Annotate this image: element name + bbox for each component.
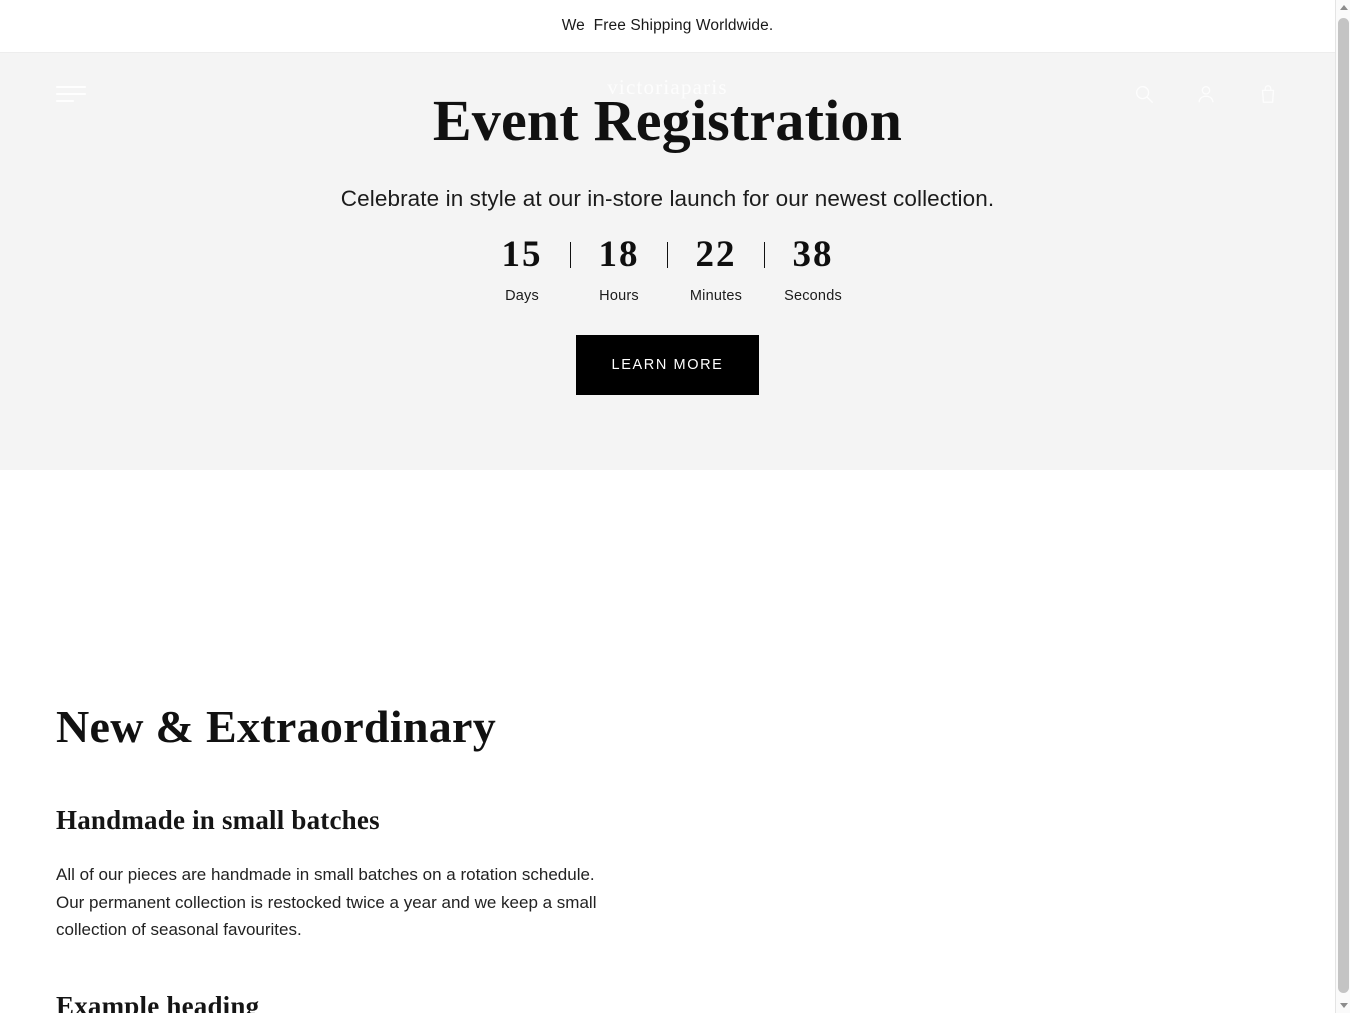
page-title: Event Registration <box>432 88 903 153</box>
countdown-unit-minutes: 22 Minutes <box>676 236 756 304</box>
feature-text-column: New & Extraordinary Handmade in small ba… <box>0 544 660 1013</box>
countdown-separator <box>667 241 668 268</box>
announcement-bar: We Free Shipping Worldwide. <box>0 0 1335 53</box>
vertical-scrollbar[interactable] <box>1335 0 1350 1013</box>
hero-subtitle: Celebrate in style at our in-store launc… <box>340 185 995 211</box>
feature-next-heading: Example heading <box>56 990 260 1013</box>
countdown-label: Seconds <box>784 287 842 304</box>
countdown-value: 38 <box>792 233 834 275</box>
countdown-unit-hours: 18 Hours <box>579 236 659 304</box>
countdown-label: Minutes <box>689 287 743 304</box>
countdown-unit-seconds: 38 Seconds <box>773 236 853 304</box>
feature-heading: New & Extraordinary <box>56 701 497 752</box>
countdown-value: 18 <box>598 233 640 275</box>
countdown-value: 15 <box>501 233 543 275</box>
countdown-label: Days <box>505 287 539 304</box>
hero-content: Event Registration Celebrate in style at… <box>0 53 1335 395</box>
feature-subheading: Handmade in small batches <box>56 804 380 835</box>
chevron-down-icon <box>1339 1003 1348 1008</box>
feature-section: New & Extraordinary Handmade in small ba… <box>0 470 1335 1013</box>
announcement-text: We Free Shipping Worldwide. <box>561 17 774 34</box>
countdown-timer: 15 Days 18 Hours 22 Minutes 38 Seconds <box>0 236 1335 304</box>
scrollbar-thumb[interactable] <box>1338 18 1349 993</box>
browser-viewport: We Free Shipping Worldwide. victoriapari… <box>0 0 1335 1013</box>
countdown-value: 22 <box>695 233 737 275</box>
scroll-down-arrow[interactable] <box>1336 998 1350 1013</box>
scroll-up-arrow[interactable] <box>1336 0 1350 15</box>
hero-section: victoriaparis Event Registration Celebra… <box>0 53 1335 470</box>
countdown-unit-days: 15 Days <box>482 236 562 304</box>
chevron-up-icon <box>1339 5 1348 10</box>
learn-more-button[interactable]: LEARN MORE <box>575 334 760 395</box>
countdown-label: Hours <box>599 287 639 304</box>
feature-body-text: All of our pieces are handmade in small … <box>56 865 597 940</box>
countdown-separator <box>570 241 571 268</box>
page-root: We Free Shipping Worldwide. victoriapari… <box>0 0 1350 1013</box>
countdown-separator <box>764 241 765 268</box>
